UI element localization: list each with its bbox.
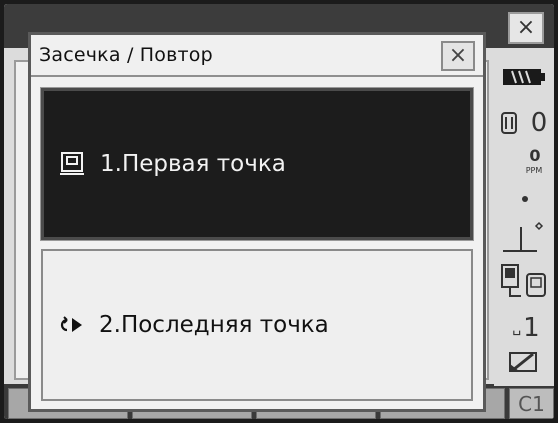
option-first-point-button[interactable]: 1.Первая точка bbox=[40, 87, 474, 241]
status-bar: 0 0 PPM ␣ 1 bbox=[494, 56, 554, 386]
pencil-icon bbox=[504, 348, 544, 376]
option-last-point-label: 2.Последняя точка bbox=[99, 312, 329, 338]
resection-repeat-dialog: Засечка / Повтор × 1.Первая точка 2.Посл… bbox=[28, 32, 486, 412]
dialog-title: Засечка / Повтор bbox=[39, 44, 213, 66]
option-first-point-label: 1.Первая точка bbox=[100, 151, 286, 177]
background-close-button[interactable]: × bbox=[508, 12, 544, 44]
instrument-screen: × C1 0 0 PPM ␣ 1 Засечка / Повтор × 1.Пе… bbox=[4, 4, 554, 419]
arrow-right-icon bbox=[53, 307, 89, 343]
softkey-c1-button[interactable]: C1 bbox=[509, 388, 554, 419]
tilt-compensation-icon bbox=[500, 216, 548, 258]
prism-constant-value: 0 bbox=[530, 108, 548, 138]
point-card-icon bbox=[54, 146, 90, 182]
communication-icon bbox=[498, 262, 552, 302]
dialog-close-button[interactable]: × bbox=[441, 41, 475, 71]
ppm-unit-label: PPM bbox=[525, 165, 543, 175]
input-mode-indicator: ␣ 1 bbox=[512, 313, 540, 343]
dialog-titlebar: Засечка / Повтор × bbox=[31, 35, 483, 77]
prism-icon bbox=[498, 110, 520, 136]
option-last-point-button[interactable]: 2.Последняя точка bbox=[41, 249, 473, 401]
ppm-value: 0 bbox=[529, 145, 541, 165]
dot-icon bbox=[518, 192, 532, 206]
battery-icon bbox=[500, 66, 548, 88]
input-mode-value: 1 bbox=[523, 313, 540, 343]
